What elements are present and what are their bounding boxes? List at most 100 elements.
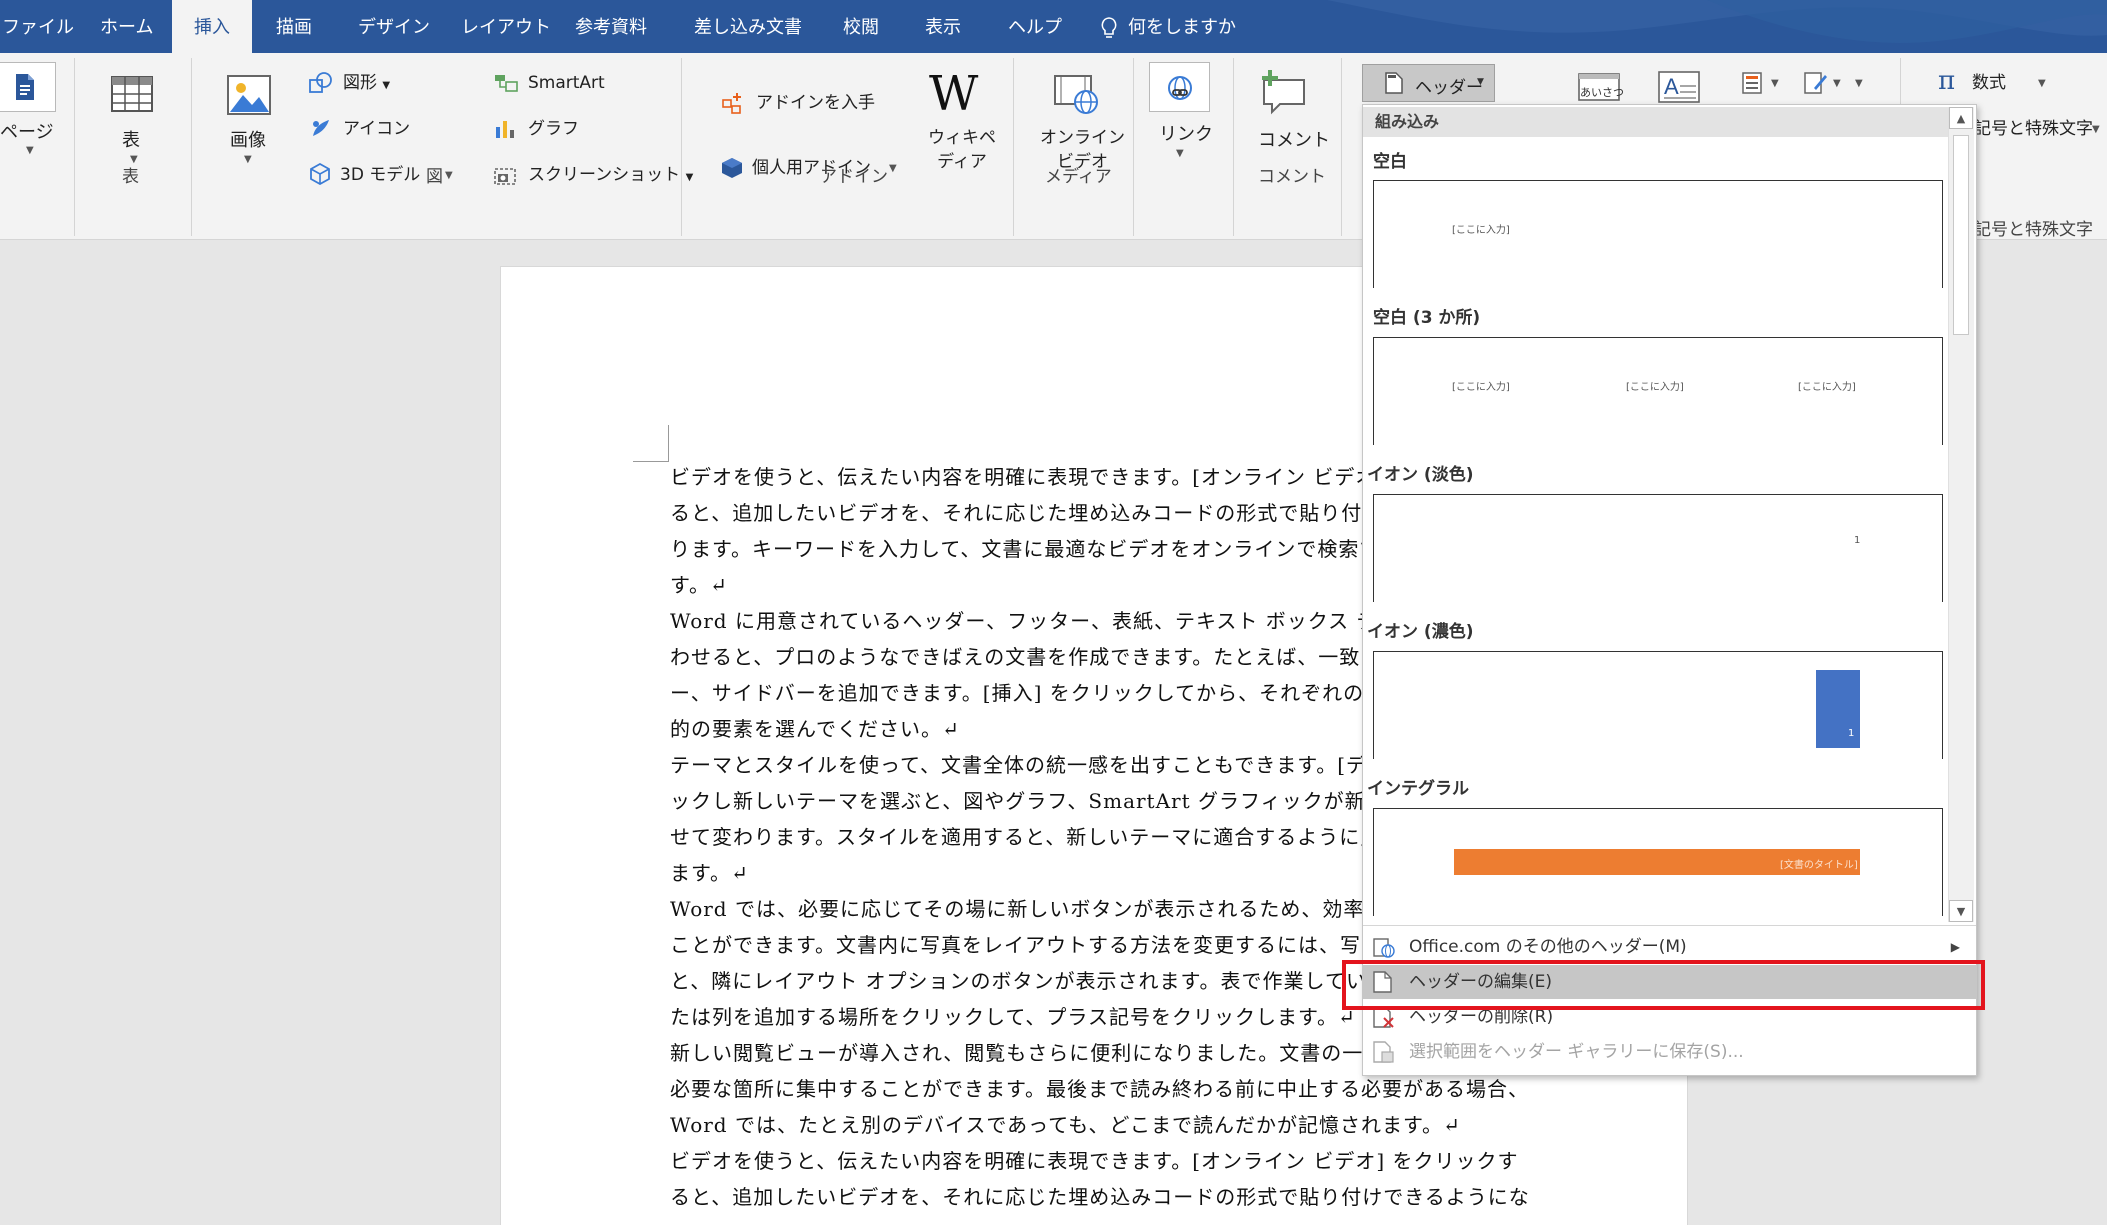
link-button[interactable] <box>1149 62 1210 112</box>
document-text-line[interactable]: せて変わります。スタイルを適用すると、新しいテーマに適合するように見 <box>670 819 1381 855</box>
screenshot-button[interactable]: スクリーンショット ▼ <box>528 164 693 189</box>
gallery-item-blank[interactable]: [ここに入力] <box>1373 180 1943 288</box>
tab-layout[interactable]: レイアウト <box>461 0 551 53</box>
image-button-label[interactable]: 画像 <box>230 126 266 152</box>
document-text-line[interactable]: 新しい閲覧ビューが導入され、閲覧もさらに便利になりました。文書の一部 <box>670 1035 1384 1071</box>
document-text-line[interactable]: わせると、プロのようなできばえの文書を作成できます。たとえば、一致す <box>670 639 1381 675</box>
document-text-line[interactable]: Word では、たとえ別のデバイスであっても、どこまで読んだかが記憶されます。↵ <box>670 1107 1461 1143</box>
background-decoration <box>1327 0 2107 43</box>
wikipedia-icon[interactable]: W <box>929 66 978 122</box>
tell-me-search[interactable]: 何をしますか <box>1100 0 1260 53</box>
text-box-icon[interactable]: A <box>1658 70 1700 104</box>
document-text-line[interactable]: 的の要素を選んでください。↵ <box>670 711 960 747</box>
save-selection-label: 選択範囲をヘッダー ギャラリーに保存(S)... <box>1409 1042 1744 1062</box>
document-text-line[interactable]: ビデオを使うと、伝えたい内容を明確に表現できます。[オンライン ビデオ] をクリ… <box>670 1143 1519 1179</box>
more-headers-label: Office.com のその他のヘッダー(M) <box>1409 937 1687 957</box>
document-text-line[interactable]: テーマとスタイルを使って、文書全体の統一感を出すこともできます。[デ <box>670 747 1367 783</box>
image-icon[interactable] <box>227 75 271 115</box>
icons-button[interactable]: アイコン <box>343 118 410 140</box>
document-text-line[interactable]: ー、サイドバーを追加できます。[挿入] をクリックしてから、それぞれの <box>670 675 1364 711</box>
document-text-line[interactable]: す。↵ <box>670 567 728 603</box>
chevron-down-icon: ▼ <box>1833 78 1841 89</box>
document-text-line[interactable]: ックし新しいテーマを選ぶと、図やグラフ、SmartArt グラフィックが新し <box>670 783 1387 819</box>
document-text-line[interactable]: ります。キーワードを入力して、文書に最適なビデオをオンラインで検索す <box>670 531 1380 567</box>
chevron-down-icon: ▼ <box>2092 124 2100 135</box>
highlight-annotation <box>1342 960 1985 1010</box>
chevron-down-icon: ▼ <box>1477 77 1484 87</box>
group-separator <box>74 58 75 236</box>
ribbon-tab-bar: ファイル ホーム 挿入 描画 デザイン レイアウト 参考資料 差し込み文書 校閲… <box>0 0 2107 53</box>
shapes-button[interactable]: 図形 ▼ <box>343 72 390 97</box>
header-button[interactable]: ヘッダー ▼ <box>1362 64 1495 102</box>
table-icon[interactable] <box>111 76 153 112</box>
tab-help[interactable]: ヘルプ <box>1008 0 1062 53</box>
online-video-icon[interactable] <box>1054 72 1100 116</box>
scroll-down-arrow-icon[interactable]: ▼ <box>1949 900 1973 922</box>
comment-icon[interactable] <box>1258 68 1308 116</box>
tab-mailings[interactable]: 差し込み文書 <box>694 0 804 53</box>
save-selection-menu-item[interactable]: 選択範囲をヘッダー ギャラリーに保存(S)... <box>1363 1035 1976 1069</box>
document-text-line[interactable]: Word に用意されているヘッダー、フッター、表紙、テキスト ボックス デ <box>670 603 1377 639</box>
tab-draw[interactable]: 描画 <box>276 0 326 53</box>
scroll-up-arrow-icon[interactable]: ▲ <box>1949 107 1973 129</box>
page-number: 1 <box>1854 535 1861 546</box>
wikipedia-button[interactable]: ウィキペ ディア <box>928 126 996 174</box>
comment-button-label[interactable]: コメント <box>1258 126 1330 152</box>
chevron-down-icon: ▼ <box>889 163 897 174</box>
save-to-gallery-icon <box>1373 1041 1394 1063</box>
document-text-line[interactable]: ると、追加したいビデオを、それに応じた埋め込みコードの形式で貼り付け <box>670 495 1383 531</box>
page-number: 1 <box>1848 728 1855 739</box>
chart-button[interactable]: グラフ <box>528 118 579 140</box>
3d-model-button[interactable]: 3D モデル <box>340 164 420 186</box>
group-separator <box>191 58 192 236</box>
placeholder-text: [ここに入力] <box>1452 225 1510 236</box>
group-label-symbols: 記号と特殊文字 <box>1974 220 2093 240</box>
table-button-label[interactable]: 表 <box>122 126 140 152</box>
equation-button[interactable]: 数式 <box>1972 72 2006 94</box>
chevron-down-icon: ▼ <box>244 154 252 165</box>
gallery-category-label: 組み込み <box>1363 107 1948 137</box>
office-com-icon <box>1373 938 1395 958</box>
document-text-line[interactable]: 必要な箇所に集中することができます。最後まで読み終わる前に中止する必要がある場合… <box>670 1071 1529 1107</box>
tab-file[interactable]: ファイル <box>2 0 74 53</box>
placeholder-text: [ここに入力] <box>1452 382 1510 393</box>
document-text-line[interactable]: たは列を追加する場所をクリックして、プラス記号をクリックします。↵ <box>670 999 1356 1035</box>
tab-view[interactable]: 表示 <box>925 0 965 53</box>
chart-icon <box>496 121 514 138</box>
svg-text:A: A <box>1664 74 1679 99</box>
page-button[interactable] <box>0 62 56 112</box>
document-text-line[interactable]: ます。↵ <box>670 855 749 891</box>
tab-review[interactable]: 校閲 <box>843 0 883 53</box>
document-text-line[interactable]: ことができます。文書内に写真をレイアウトする方法を変更するには、写真 <box>670 927 1382 963</box>
gallery-item-name: イオン (淡色) <box>1367 465 1474 485</box>
gallery-scrollbar[interactable]: ▲ ▼ <box>1948 107 1974 922</box>
tab-references[interactable]: 参考資料 <box>575 0 655 53</box>
scrollbar-thumb[interactable] <box>1953 135 1969 335</box>
tab-insert[interactable]: 挿入 <box>172 0 252 53</box>
screenshot-icon <box>494 168 516 185</box>
more-headers-menu-item[interactable]: Office.com のその他のヘッダー(M) ▶ <box>1363 930 1976 964</box>
gallery-item-integral[interactable]: [文書のタイトル] <box>1373 808 1943 916</box>
page-icon <box>1385 72 1403 94</box>
gallery-item-blank-three[interactable]: [ここに入力] [ここに入力] [ここに入力] <box>1373 337 1943 445</box>
gallery-item-name: インテグラル <box>1367 779 1469 799</box>
signature-line-icon[interactable] <box>1804 70 1828 96</box>
chevron-down-icon: ▼ <box>1855 78 1863 89</box>
tab-design[interactable]: デザイン <box>358 0 430 53</box>
tab-home[interactable]: ホーム <box>100 0 160 53</box>
document-text-line[interactable]: Word では、必要に応じてその場に新しいボタンが表示されるため、効率よ <box>670 891 1385 927</box>
greeting-label: あいさつ <box>1580 86 1624 99</box>
group-separator <box>1341 58 1342 236</box>
document-text-line[interactable]: と、隣にレイアウト オプションのボタンが表示されます。表で作業してい <box>670 963 1367 999</box>
gallery-item-ion-dark[interactable]: 1 <box>1373 651 1943 759</box>
gallery-item-ion-light[interactable]: 1 <box>1373 494 1943 602</box>
document-text-line[interactable]: ビデオを使うと、伝えたい内容を明確に表現できます。[オンライン ビデオ <box>670 459 1376 495</box>
smartart-button[interactable]: SmartArt <box>528 72 605 94</box>
document-text-line[interactable]: ると、追加したいビデオを、それに応じた埋め込みコードの形式で貼り付けできるように… <box>670 1179 1530 1215</box>
lightbulb-icon <box>1101 17 1117 38</box>
quick-parts-icon[interactable] <box>1742 72 1762 94</box>
symbols-button[interactable]: 記号と特殊文字 <box>1974 118 2093 140</box>
screenshot-label: スクリーンショット <box>528 165 681 185</box>
get-addins-button[interactable]: アドインを入手 <box>756 92 875 114</box>
group-label-figure: 図 <box>426 167 443 187</box>
